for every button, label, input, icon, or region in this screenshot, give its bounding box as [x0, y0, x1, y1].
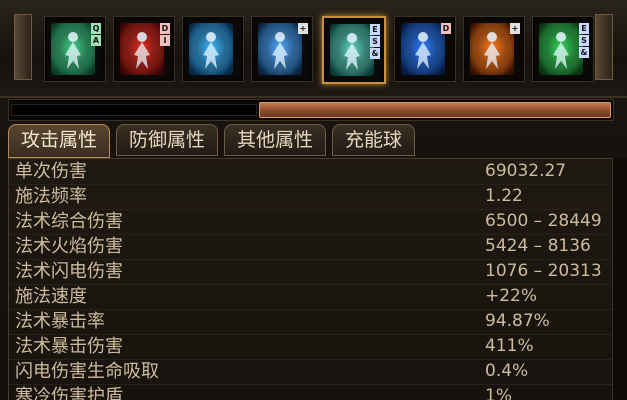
stat-row: 法术暴击率 94.87% [9, 309, 613, 335]
support-tags: E S & [370, 24, 380, 59]
stat-label: 法术暴击率 [15, 311, 105, 332]
tab-charge-orbs[interactable]: 充能球 [332, 124, 416, 156]
stat-row: 法术暴击伤害 411% [9, 334, 613, 360]
stat-label: 施法速度 [15, 286, 87, 307]
support-tag: E [579, 23, 589, 34]
stat-label: 寒冷伤害护盾 [15, 386, 123, 400]
fire-body-skill-icon [470, 23, 514, 75]
support-tags: DI [160, 23, 170, 46]
skill-gem-slot[interactable]: QA [44, 16, 106, 82]
support-tags: + [298, 23, 308, 34]
scrollbar-track[interactable] [11, 104, 257, 116]
glowing-figure-skill-icon [330, 24, 374, 76]
blood-claw-skill-icon [120, 23, 164, 75]
stat-value: 0.4% [485, 361, 529, 381]
stat-row: 施法速度 +22% [9, 284, 613, 310]
skill-gem-slot[interactable]: E S & [532, 16, 594, 82]
stat-label: 施法频率 [15, 186, 87, 207]
stat-value: +22% [485, 286, 538, 306]
character-stats-window: Q A D I + E S & D + E S & 攻击属性 防御属性 其他属性 充能球 单次伤害 69… [0, 0, 627, 400]
stat-row: 闪电伤害生命吸取 0.4% [9, 359, 613, 385]
support-tags: QA [91, 23, 101, 46]
stat-row: 寒冷伤害护盾 1% [9, 384, 613, 400]
tab-attack-stats[interactable]: 攻击属性 [8, 124, 111, 158]
stats-tabs: 攻击属性 防御属性 其他属性 充能球 [8, 124, 612, 158]
stat-label: 法术暴击伤害 [15, 336, 123, 357]
stat-row: 法术闪电伤害 1076 – 20313 [9, 259, 613, 285]
energy-body-skill-icon [258, 23, 302, 75]
stat-row: 法术火焰伤害 5424 – 8136 [9, 234, 613, 260]
stat-row: 法术综合伤害 6500 – 28449 [9, 209, 613, 235]
support-tag: S [370, 36, 380, 47]
scrollbar-thumb[interactable] [259, 102, 611, 118]
support-tag: + [510, 23, 520, 34]
stat-row: 单次伤害 69032.27 [9, 159, 613, 185]
support-tag: & [370, 48, 380, 59]
support-tags: E S & [579, 23, 589, 58]
stat-value: 1% [485, 386, 512, 400]
stat-value: 5424 – 8136 [485, 236, 591, 256]
stat-row: 施法频率 1.22 [9, 184, 613, 210]
green-orb-skill-icon [539, 23, 583, 75]
skill-gem-slot[interactable]: D [394, 16, 456, 82]
support-tag: D [160, 23, 170, 34]
arcane-body-skill-icon [189, 23, 233, 75]
skill-gem-slot[interactable]: DI [113, 16, 175, 82]
stat-value: 1.22 [485, 186, 523, 206]
skill-bar-scrollbar[interactable] [8, 99, 614, 121]
stat-value: 1076 – 20313 [485, 261, 602, 281]
stat-label: 法术综合伤害 [15, 211, 123, 232]
tab-defense-stats[interactable]: 防御属性 [116, 124, 219, 156]
skill-gem-bar: Q A D I + E S & D + E S & [0, 0, 627, 98]
stat-label: 闪电伤害生命吸取 [15, 361, 159, 382]
stat-value: 94.87% [485, 311, 550, 331]
stat-label: 法术火焰伤害 [15, 236, 123, 257]
blue-body-red-core-skill-icon [401, 23, 445, 75]
support-tag: D [441, 23, 451, 34]
support-tag: & [579, 47, 589, 58]
support-tag: S [579, 35, 589, 46]
stats-scrollbar[interactable] [612, 158, 627, 400]
stat-label: 法术闪电伤害 [15, 261, 123, 282]
skill-gem-slot[interactable] [182, 16, 244, 82]
support-tag: I [160, 35, 170, 46]
support-tag: A [91, 35, 101, 46]
support-tag: Q [91, 23, 101, 34]
skill-bar-right-bracket [595, 14, 613, 80]
skill-gem-slot[interactable]: + [251, 16, 313, 82]
support-tags: D [441, 23, 451, 34]
skill-bar-left-bracket [14, 14, 32, 80]
support-tag: E [370, 24, 380, 35]
stat-label: 单次伤害 [15, 161, 87, 182]
skill-gem-slot[interactable]: E S & [322, 16, 386, 84]
tab-other-stats[interactable]: 其他属性 [224, 124, 327, 156]
support-tag: + [298, 23, 308, 34]
stat-value: 69032.27 [485, 161, 567, 181]
skill-gem-slot[interactable]: + [463, 16, 525, 82]
stat-value: 411% [485, 336, 534, 356]
raise-spectre-skill-icon [51, 23, 95, 75]
stat-value: 6500 – 28449 [485, 211, 602, 231]
stats-table: 单次伤害 69032.27 施法频率 1.22 法术综合伤害 6500 – 28… [8, 158, 614, 400]
support-tags: + [510, 23, 520, 34]
